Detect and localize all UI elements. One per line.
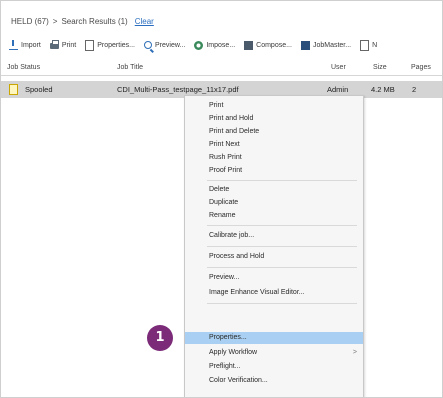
row-title: CDI_Multi-Pass_testpage_11x17.pdf (117, 85, 239, 94)
grid-header: Job Status Job Title User Size Pages (1, 61, 442, 76)
row-pages: 2 (412, 85, 417, 94)
column-job-title[interactable]: Job Title (117, 64, 143, 71)
column-size[interactable]: Size (373, 64, 387, 71)
jobmaster-icon (300, 40, 310, 50)
menu-item-preflight[interactable]: Preflight... (185, 361, 363, 373)
preview-label: Preview... (155, 41, 186, 49)
impose-icon (194, 40, 204, 50)
compose-icon (244, 40, 254, 50)
menu-separator (207, 180, 357, 181)
job-list-panel: HELD (67) > Search Results (1) Clear Imp… (0, 0, 443, 398)
print-button[interactable]: Print (49, 40, 77, 49)
menu-item-proof-print[interactable]: Proof Print (185, 165, 363, 177)
jobmaster-button[interactable]: JobMaster... (300, 40, 352, 50)
menu-item-rush-print[interactable]: Rush Print (185, 152, 363, 164)
clear-search-link[interactable]: Clear (135, 17, 154, 26)
impose-label: Impose... (206, 41, 236, 49)
menu-separator (207, 246, 357, 247)
step-number-badge: 1 (147, 325, 173, 351)
properties-button[interactable]: Properties... (85, 39, 135, 51)
column-pages[interactable]: Pages (411, 64, 431, 71)
print-label: Print (61, 41, 77, 49)
menu-item-calibrate-job[interactable]: Calibrate job... (185, 230, 363, 242)
row-size: 4.2 MB (371, 85, 395, 94)
import-label: Import (21, 41, 41, 49)
menu-item-properties[interactable]: Properties... (185, 332, 363, 344)
apply-workflow-label: Apply Workflow (209, 349, 258, 356)
print-icon (49, 40, 59, 49)
menu-item-print-and-hold[interactable]: Print and Hold (185, 113, 363, 125)
breadcrumb-separator: > (52, 16, 58, 26)
properties-icon (85, 39, 95, 51)
preview-icon (144, 41, 152, 49)
toolbar: Import Print Properties... Preview... Im… (1, 34, 442, 56)
document-icon (360, 39, 370, 51)
properties-label: Properties... (97, 41, 135, 49)
preview-button[interactable]: Preview... (144, 41, 185, 49)
jobmaster-label: JobMaster... (312, 41, 352, 49)
submenu-arrow-icon: > (352, 349, 357, 356)
menu-item-print[interactable]: Print (185, 100, 363, 112)
menu-item-rename[interactable]: Rename (185, 210, 363, 222)
menu-item-preview[interactable]: Preview... (185, 272, 363, 284)
import-icon (9, 40, 18, 50)
menu-item-color-verification[interactable]: Color Verification... (185, 375, 363, 387)
row-status: Spooled (25, 85, 53, 94)
menu-separator (207, 267, 357, 268)
menu-item-print-and-delete[interactable]: Print and Delete (185, 126, 363, 138)
breadcrumb-current: Search Results (1) (61, 16, 128, 26)
menu-item-duplicate[interactable]: Duplicate (185, 197, 363, 209)
menu-item-image-enhance-visual-editor[interactable]: Image Enhance Visual Editor... (185, 287, 363, 299)
breadcrumb: HELD (67) > Search Results (1) Clear (11, 11, 154, 31)
import-button[interactable]: Import (9, 40, 41, 50)
menu-item-apply-workflow[interactable]: Apply Workflow > (185, 347, 363, 359)
menu-separator (207, 303, 357, 304)
menu-item-process-and-hold[interactable]: Process and Hold (185, 251, 363, 263)
impose-button[interactable]: Impose... (194, 40, 236, 50)
column-user[interactable]: User (331, 64, 346, 71)
file-icon (9, 84, 18, 95)
breadcrumb-queue[interactable]: HELD (67) (11, 17, 49, 26)
context-menu: Print Print and Hold Print and Delete Pr… (184, 95, 364, 397)
compose-button[interactable]: Compose... (244, 40, 292, 50)
menu-item-print-next[interactable]: Print Next (185, 139, 363, 151)
column-job-status[interactable]: Job Status (7, 64, 40, 71)
row-user: Admin (327, 85, 349, 94)
overflow-button[interactable]: N (360, 39, 378, 51)
overflow-label: N (372, 41, 378, 49)
compose-label: Compose... (256, 41, 292, 49)
menu-item-delete[interactable]: Delete (185, 184, 363, 196)
menu-separator (207, 225, 357, 226)
